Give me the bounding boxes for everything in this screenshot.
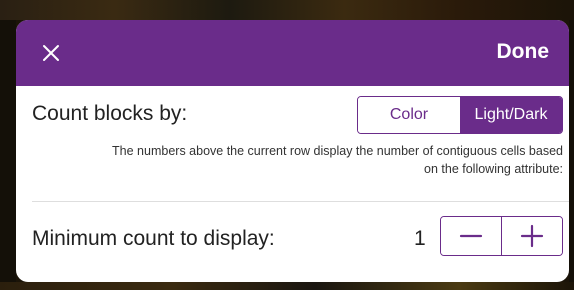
count-blocks-description: The numbers above the current row displa… [112, 144, 563, 176]
background-right-edge [569, 20, 574, 282]
plus-icon [521, 224, 544, 248]
settings-sheet: Done Count blocks by: Color Light/Dark T… [16, 20, 569, 282]
increment-button[interactable] [502, 217, 562, 255]
close-icon[interactable] [40, 42, 62, 64]
background-game-board-bottom [0, 282, 574, 290]
min-count-label: Minimum count to display: [32, 227, 275, 250]
count-mode-segmented-control: Color Light/Dark [357, 96, 563, 134]
background-game-board [0, 0, 574, 20]
min-count-value: 1 [414, 227, 426, 250]
sheet-header: Done [16, 20, 569, 86]
background-left-edge [0, 20, 16, 282]
decrement-button[interactable] [441, 217, 501, 255]
minus-icon [459, 234, 482, 238]
section-divider [32, 201, 569, 202]
segment-color[interactable]: Color [358, 97, 460, 133]
done-button[interactable]: Done [497, 40, 550, 64]
count-blocks-label: Count blocks by: [32, 102, 188, 125]
segment-light-dark[interactable]: Light/Dark [460, 97, 562, 133]
min-count-stepper [440, 216, 563, 256]
